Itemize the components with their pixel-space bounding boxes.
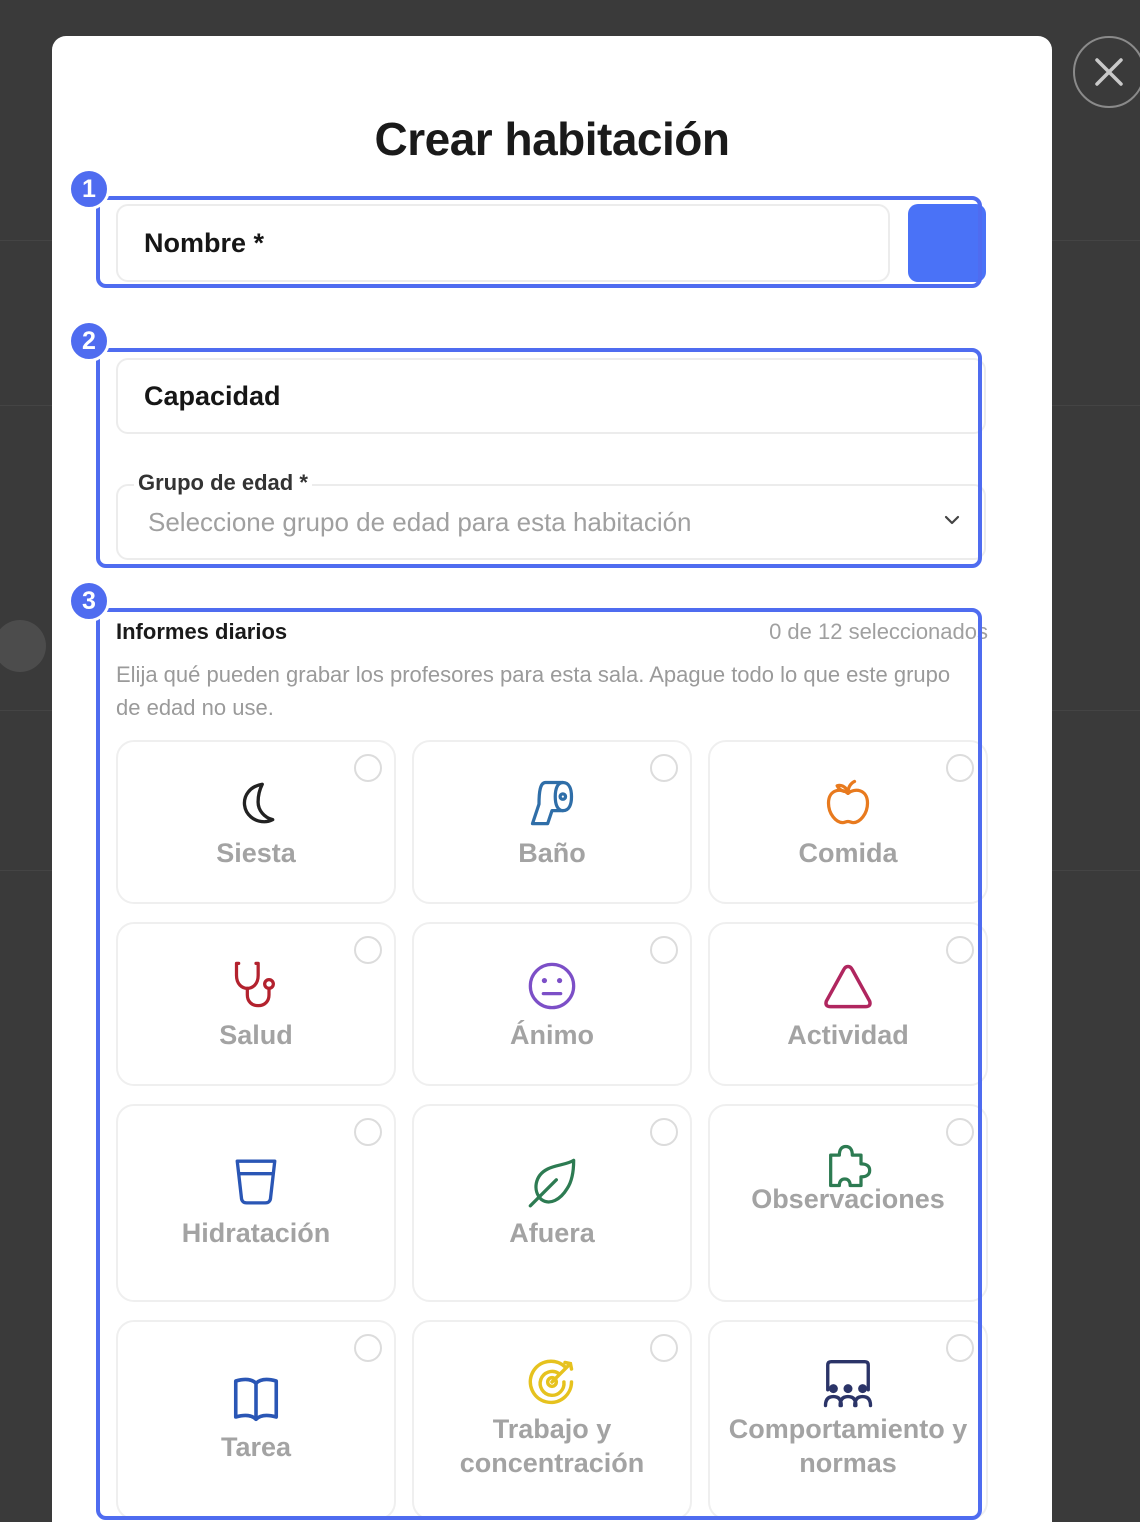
background-avatar: [0, 620, 46, 672]
annotation-badge-3: 3: [68, 580, 110, 622]
annotation-frame-3: [96, 608, 982, 1520]
annotation-badge-2: 2: [68, 320, 110, 362]
close-icon: [1095, 58, 1123, 86]
close-button[interactable]: [1073, 36, 1140, 108]
annotation-frame-1: [96, 196, 982, 288]
annotation-frame-2: [96, 348, 982, 568]
annotation-badge-1: 1: [68, 168, 110, 210]
modal-title: Crear habitación: [374, 113, 731, 165]
